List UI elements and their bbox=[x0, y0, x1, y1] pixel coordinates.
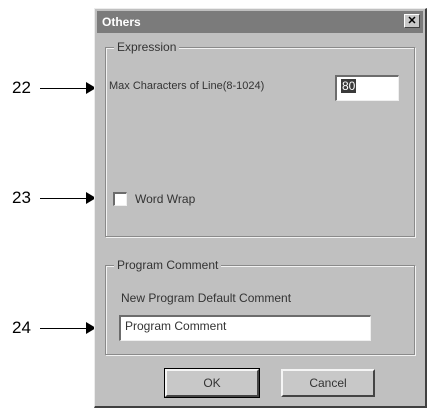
ok-button[interactable]: OK bbox=[164, 368, 260, 398]
dialog-title: Others bbox=[102, 15, 141, 29]
ok-button-label: OK bbox=[203, 376, 221, 390]
cancel-button-label: Cancel bbox=[309, 376, 347, 390]
callout-line bbox=[40, 197, 86, 199]
callout-22: 22 bbox=[12, 78, 96, 98]
default-comment-value: Program Comment bbox=[125, 319, 227, 333]
word-wrap-checkbox[interactable] bbox=[113, 192, 127, 206]
default-comment-label: New Program Default Comment bbox=[121, 291, 292, 305]
others-dialog: Others ✕ Expression Max Characters of Li… bbox=[94, 8, 427, 408]
expression-group-label: Expression bbox=[114, 40, 180, 54]
max-chars-input[interactable]: 80 bbox=[335, 75, 399, 101]
program-comment-group-label: Program Comment bbox=[114, 258, 222, 272]
program-comment-group: Program Comment bbox=[105, 258, 415, 355]
callout-24: 24 bbox=[12, 318, 96, 338]
callout-number: 22 bbox=[12, 78, 31, 97]
default-comment-input[interactable]: Program Comment bbox=[119, 315, 371, 341]
callout-line bbox=[40, 87, 86, 89]
cancel-button[interactable]: Cancel bbox=[281, 369, 375, 397]
callout-line bbox=[40, 327, 86, 329]
max-chars-label: Max Characters of Line(8-1024) bbox=[109, 80, 265, 92]
close-icon: ✕ bbox=[407, 14, 417, 27]
callout-23: 23 bbox=[12, 188, 96, 208]
close-button[interactable]: ✕ bbox=[404, 14, 420, 28]
max-chars-value: 80 bbox=[341, 79, 357, 93]
callout-number: 24 bbox=[12, 318, 31, 337]
callout-number: 23 bbox=[12, 188, 31, 207]
word-wrap-label[interactable]: Word Wrap bbox=[135, 192, 195, 206]
title-bar[interactable]: Others ✕ bbox=[97, 11, 423, 33]
